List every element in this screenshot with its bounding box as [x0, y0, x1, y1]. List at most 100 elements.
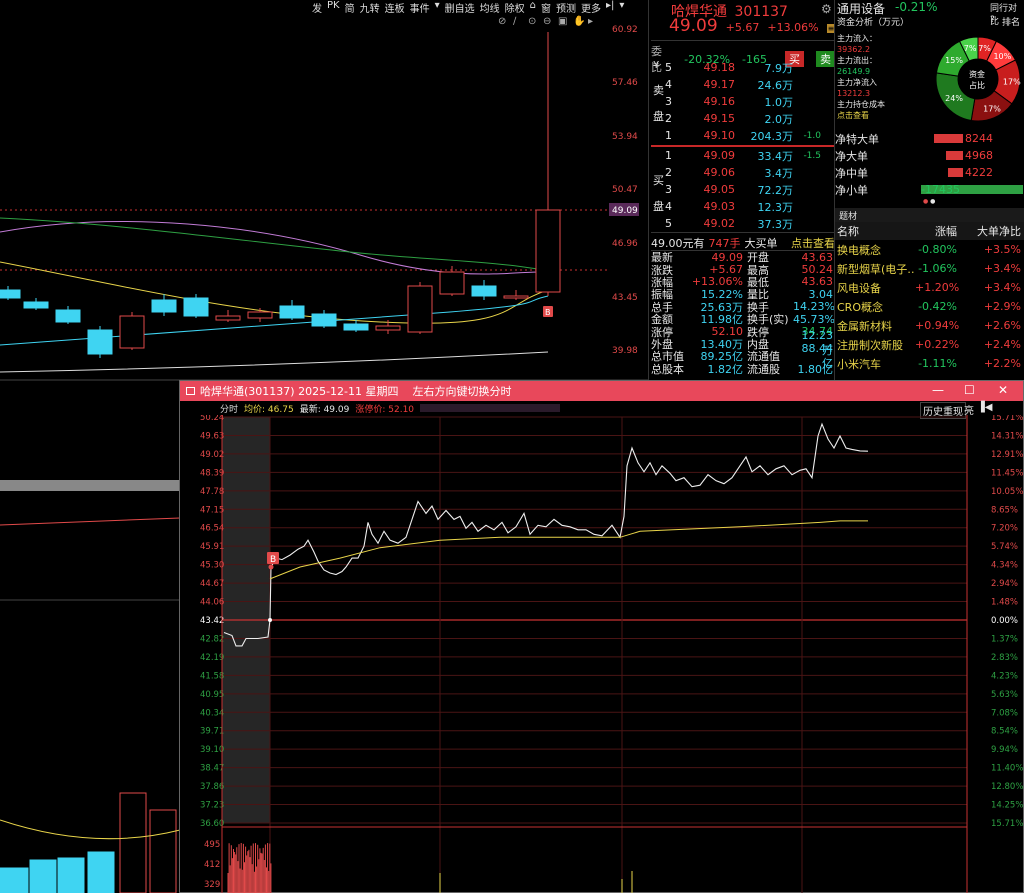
net-order-label: 净大单 — [835, 149, 868, 163]
donut-center-bottom: 占比 — [969, 80, 985, 90]
price-axis-label: 36.60 — [200, 819, 224, 829]
theme-row[interactable]: 金属新材料 +0.94% +2.6% — [835, 316, 1024, 335]
draw-tool-icon[interactable]: ∕ — [513, 16, 517, 27]
buy-level-4[interactable]: 4 49.03 12.3万 — [649, 198, 835, 215]
help-icon[interactable]: ? — [990, 15, 995, 25]
pct-axis-label: 8.65% — [991, 505, 1018, 515]
sell-level-5[interactable]: 5 49.18 7.9万 — [649, 59, 835, 76]
theme-row[interactable]: 注册制次新股 +0.22% +2.4% — [835, 335, 1024, 354]
theme-row[interactable]: CRO概念 -0.42% +2.9% — [835, 297, 1024, 316]
candle-body — [407, 285, 433, 333]
draw-tool-icon[interactable]: ⊘ — [498, 16, 506, 27]
col-net[interactable]: 大单净比 — [957, 223, 1021, 239]
price-axis-label: 47.78 — [200, 487, 224, 497]
popup-titlebar[interactable]: 哈焊华通(301137) 2025-12-11 星期四 左右方向键切换分时 — … — [180, 381, 1023, 401]
theme-net: +2.4% — [983, 338, 1021, 351]
net-order-bar — [946, 151, 963, 160]
net-order-label: 净小单 — [835, 183, 868, 197]
level-vol: 204.3万 — [750, 129, 794, 143]
pager-dots: ● ● — [923, 198, 936, 205]
pct-axis-label: 7.08% — [991, 708, 1018, 718]
price-axis-label: 37.86 — [200, 782, 224, 792]
theme-row[interactable]: 小米汽车 -1.11% +2.2% — [835, 354, 1024, 373]
level-vol: 24.6万 — [757, 78, 794, 92]
theme-tab-bar: 题材 — [835, 208, 1024, 222]
price-tick: 50.47 — [612, 185, 638, 195]
level-vol: 72.2万 — [757, 183, 794, 197]
pct-axis-label: 2.94% — [991, 579, 1018, 589]
sell-level-2[interactable]: 2 49.15 2.0万 — [649, 110, 835, 127]
intraday-popup[interactable]: 哈焊华通(301137) 2025-12-11 星期四 左右方向键切换分时 — … — [179, 380, 1024, 893]
price-axis-label: 42.82 — [200, 634, 224, 644]
sell-level-3[interactable]: 3 49.16 1.0万 — [649, 93, 835, 110]
donut-slice-label: 17% — [1003, 78, 1021, 87]
theme-net: +2.6% — [983, 319, 1021, 332]
gear-icon[interactable]: ⚙ — [821, 2, 832, 16]
open-dot — [268, 618, 272, 622]
pct-axis-label: 11.40% — [991, 764, 1023, 774]
level-price: 49.15 — [703, 112, 736, 125]
theme-tab[interactable]: 题材 — [839, 209, 857, 222]
buy-level-3[interactable]: 3 49.05 72.2万 — [649, 181, 835, 198]
level-vol: 12.3万 — [757, 200, 794, 214]
stats-table: 最新 49.09 开盘 43.63 涨跌 +5.67 最高 50.24 涨幅 +13.06% 最低 4… — [651, 250, 835, 376]
price-axis-label: 41.58 — [200, 671, 224, 681]
donut-slice-label: 24% — [945, 94, 963, 103]
buy-level-2[interactable]: 2 49.06 3.4万 — [649, 164, 835, 181]
draw-tool-icon[interactable]: ⊙ — [528, 16, 536, 27]
donut-slice-label: 15% — [945, 56, 963, 65]
ma-line-green — [0, 217, 549, 271]
sell-order-book: 5 49.18 7.9万 4 49.17 24.6万 3 49.16 1.0万 2 49.15 2.0… — [649, 59, 835, 144]
scroll-band[interactable] — [0, 480, 180, 491]
net-order-value: 8244 — [965, 132, 993, 145]
big-order-link[interactable]: 点击查看 — [791, 235, 835, 251]
draw-tool-icon[interactable]: ▸ — [588, 16, 593, 27]
volume-bar — [119, 792, 147, 893]
close-icon[interactable]: ✕ — [998, 383, 1008, 397]
theme-row[interactable]: 新型烟草(电子… -1.06% +3.4% — [835, 259, 1024, 278]
stat-label: 总股本 — [651, 362, 684, 376]
fund-flow-list: 主力流入： 39362.2 主力流出： 26149.9 主力净流入 13212.… — [837, 33, 885, 121]
draw-tool-icon[interactable]: ✋ — [573, 14, 585, 27]
pct-axis-label: 4.34% — [991, 561, 1018, 571]
theme-pct: -0.42% — [918, 300, 957, 313]
pct-axis-label: 5.63% — [991, 690, 1018, 700]
theme-name: 金属新材料 — [837, 319, 892, 333]
col-name[interactable]: 名称 — [835, 223, 915, 239]
level-vol: 3.4万 — [764, 166, 794, 180]
candle-body — [247, 311, 273, 319]
current-price: 49.09 — [669, 16, 718, 36]
back-arrow-icon[interactable]: ▐◀ — [977, 402, 992, 413]
avg-price: 均价: 46.75 — [244, 404, 294, 415]
sell-level-4[interactable]: 4 49.17 24.6万 — [649, 76, 835, 93]
theme-name: 注册制次新股 — [837, 338, 903, 352]
minimize-icon[interactable]: — — [932, 383, 944, 397]
buy-level-5[interactable]: 5 49.02 37.3万 — [649, 215, 835, 232]
level-num: 1 — [665, 129, 672, 142]
cost-link[interactable]: 点击查看 — [837, 110, 885, 121]
stat-value: 43.63 — [801, 275, 834, 289]
buy-order-book: 1 49.09 33.4万 -1.5 2 49.06 3.4万 3 49.05 72.2万 4 49.… — [649, 147, 835, 232]
stat-value: 43.63 — [801, 250, 834, 264]
pct-axis-label: 1.48% — [991, 598, 1018, 608]
theme-row[interactable]: 风电设备 +1.20% +3.4% — [835, 278, 1024, 297]
sell-level-1[interactable]: 1 49.10 204.3万 -1.0 — [649, 127, 835, 144]
maximize-icon[interactable]: ☐ — [964, 383, 975, 397]
price-tick: 39.98 — [612, 346, 638, 356]
rank-label[interactable]: 排名 — [1002, 15, 1020, 28]
pct-axis-label: 2.83% — [991, 653, 1018, 663]
popup-title: 哈焊华通(301137) 2025-12-11 星期四 — [200, 385, 399, 398]
price-axis-label: 40.34 — [200, 708, 224, 718]
buy-level-1[interactable]: 1 49.09 33.4万 -1.5 — [649, 147, 835, 164]
intraday-chart[interactable]: 50.24 15.71% 49.63 14.31% 49.02 12.91% 48.39 11… — [180, 415, 1023, 893]
volume-bar — [0, 867, 29, 893]
vol-axis-label: 495 — [204, 840, 220, 850]
draw-tool-icon[interactable]: ▣ — [558, 16, 567, 27]
stat-value: +5.67 — [709, 263, 743, 277]
net-order-label: 净中单 — [835, 166, 868, 180]
level-extra: -1.5 — [803, 150, 821, 161]
theme-row[interactable]: 换电概念 -0.80% +3.5% — [835, 240, 1024, 259]
col-pct[interactable]: 涨幅 — [915, 223, 957, 239]
price-axis-label: 48.39 — [200, 468, 224, 478]
draw-tool-icon[interactable]: ⊖ — [543, 16, 551, 27]
